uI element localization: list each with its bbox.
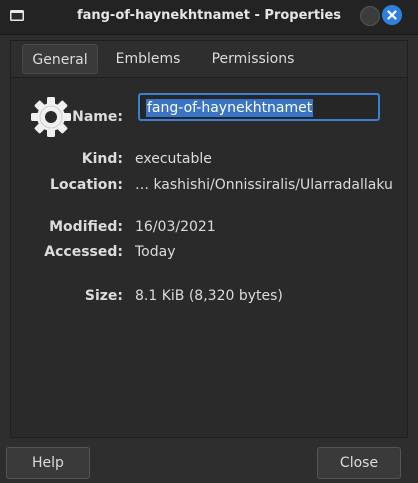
close-window-icon[interactable] [382, 5, 402, 25]
modified-value: 16/03/2021 [135, 219, 216, 235]
modified-label: Modified: [49, 219, 123, 235]
location-value: … kashishi/Onnissiralis/Ularradallaku [135, 177, 393, 193]
kind-value: executable [135, 151, 212, 167]
properties-notebook: General Emblems Permissions Name: fang-o… [10, 40, 408, 438]
help-button[interactable]: Help [6, 447, 90, 479]
name-label: Name: [72, 109, 123, 125]
tab-emblems[interactable]: Emblems [107, 44, 189, 74]
name-field[interactable]: fang-of-haynekhtnamet [138, 93, 380, 121]
name-field-value: fang-of-haynekhtnamet [146, 99, 314, 117]
accessed-label: Accessed: [44, 244, 123, 260]
size-value: 8.1 KiB (8,320 bytes) [135, 288, 283, 304]
size-label: Size: [84, 288, 123, 304]
accessed-value: Today [135, 244, 176, 260]
close-button[interactable]: Close [317, 447, 401, 479]
kind-label: Kind: [81, 151, 123, 167]
minimize-button[interactable] [360, 6, 380, 26]
title-bar[interactable]: fang-of-haynekhtnamet - Properties [0, 0, 418, 35]
location-label: Location: [50, 177, 123, 193]
tab-permissions[interactable]: Permissions [201, 44, 305, 74]
window-title: fang-of-haynekhtnamet - Properties [76, 8, 342, 23]
tab-general[interactable]: General [22, 44, 98, 74]
properties-dialog: fang-of-haynekhtnamet - Properties Gener… [0, 0, 418, 483]
tab-bar: General Emblems Permissions [11, 41, 407, 78]
